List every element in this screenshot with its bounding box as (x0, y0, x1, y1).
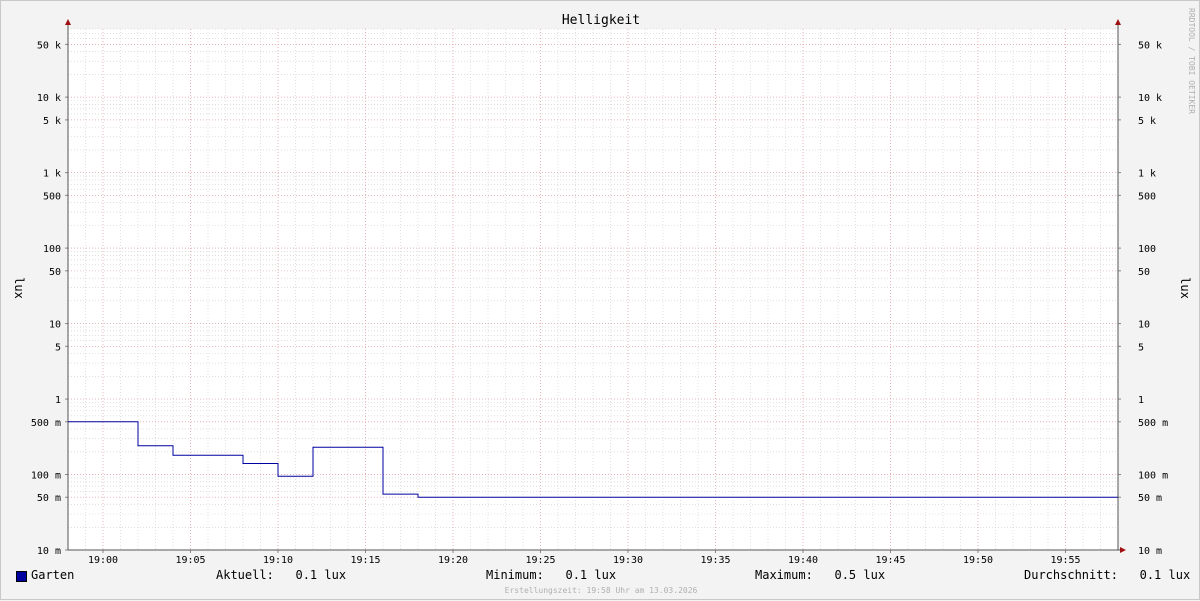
y-tick-label-right: 10 k (1138, 93, 1162, 104)
legend-swatch-garten (16, 571, 27, 582)
y-axis-arrow-right (1115, 19, 1121, 25)
y-tick-label-right: 50 k (1138, 40, 1162, 51)
legend-minimum: Minimum: 0.1 lux (486, 568, 617, 582)
y-tick-label-right: 10 (1138, 320, 1150, 331)
x-tick-label: 19:50 (963, 555, 993, 566)
y-axis-arrow-left (65, 19, 71, 25)
y-tick-label-right: 500 (1138, 191, 1156, 202)
chart-title: Helligkeit (562, 13, 640, 28)
y-tick-label-right: 1 k (1138, 169, 1156, 180)
chart-window: Helligkeit lux lux RRDTOOL / TOBI OETIKE… (0, 0, 1200, 600)
chart: Helligkeit lux lux RRDTOOL / TOBI OETIKE… (12, 8, 1196, 566)
y-tick-label-right: 100 m (1138, 471, 1168, 482)
creation-timestamp: Erstellungszeit: 19:58 Uhr am 13.03.2026 (504, 586, 698, 595)
y-tick-label-left: 50 (49, 267, 61, 278)
legend-average: Durchschnitt: 0.1 lux (1024, 568, 1191, 582)
x-tick-label: 19:45 (875, 555, 905, 566)
x-tick-label: 19:25 (525, 555, 555, 566)
y-tick-label-left: 10 m (37, 546, 61, 557)
y-tick-label-left: 50 m (37, 493, 61, 504)
y-tick-label-right: 100 (1138, 244, 1156, 255)
x-tick-label: 19:15 (350, 555, 380, 566)
y-tick-label-right: 5 (1138, 342, 1144, 353)
y-tick-label-right: 50 (1138, 267, 1150, 278)
y-tick-label-left: 500 (43, 191, 61, 202)
x-tick-label: 19:30 (613, 555, 643, 566)
y-tick-label-left: 5 k (43, 116, 61, 127)
legend-maximum: Maximum: 0.5 lux (755, 568, 886, 582)
x-tick-label: 19:00 (88, 555, 118, 566)
x-tick-label: 19:10 (263, 555, 293, 566)
y-tick-label-left: 1 k (43, 169, 61, 180)
watermark: RRDTOOL / TOBI OETIKER (1187, 8, 1196, 114)
x-tick-label: 19:40 (788, 555, 818, 566)
y-tick-label-right: 500 m (1138, 418, 1168, 429)
y-tick-label-left: 10 (49, 320, 61, 331)
y-tick-label-left: 1 (55, 395, 61, 406)
x-tick-label: 19:35 (700, 555, 730, 566)
y-tick-label-left: 5 (55, 342, 61, 353)
y-tick-label-left: 100 (43, 244, 61, 255)
x-tick-label: 19:20 (438, 555, 468, 566)
legend-current: Aktuell: 0.1 lux (216, 568, 347, 582)
x-tick-label: 19:05 (175, 555, 205, 566)
y-axis-label-left: lux (12, 277, 26, 299)
y-tick-label-left: 10 k (37, 93, 61, 104)
y-tick-label-right: 1 (1138, 395, 1144, 406)
y-tick-label-right: 50 m (1138, 493, 1162, 504)
y-tick-label-right: 10 m (1138, 546, 1162, 557)
y-axis-label-right: lux (1178, 277, 1192, 299)
y-tick-label-right: 5 k (1138, 116, 1156, 127)
x-axis-arrow (1120, 547, 1126, 553)
x-tick-label: 19:55 (1050, 555, 1080, 566)
legend-series-name: Garten (31, 568, 75, 582)
y-tick-label-left: 50 k (37, 40, 61, 51)
y-tick-label-left: 100 m (31, 471, 61, 482)
y-tick-label-left: 500 m (31, 418, 61, 429)
